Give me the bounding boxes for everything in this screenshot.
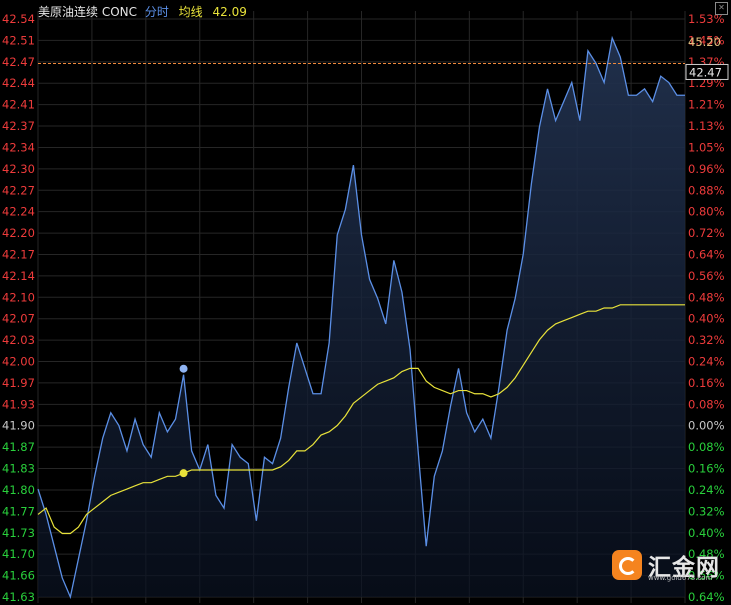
- y-tick-left: 42.44: [2, 76, 35, 90]
- current-price-label: 42.47: [689, 65, 722, 79]
- y-tick-right: 0.24%: [688, 355, 725, 369]
- watermark-url: www.gold678.com: [648, 574, 713, 582]
- y-tick-right: 0.08%: [688, 397, 725, 411]
- y-tick-left: 42.30: [2, 162, 35, 176]
- chart-header: 美原油连续 CONC 分时 均线 42.09: [38, 3, 247, 20]
- y-tick-left: 41.66: [2, 569, 35, 583]
- y-tick-left: 42.10: [2, 290, 35, 304]
- watermark: 汇金网 www.gold678.com: [612, 550, 722, 584]
- logo-icon: [612, 550, 642, 580]
- mode-label[interactable]: 分时: [145, 5, 169, 19]
- y-tick-right: 0.64%: [688, 247, 725, 261]
- y-tick-left: 41.93: [2, 397, 35, 411]
- y-tick-right: 0.72%: [688, 226, 725, 240]
- y-tick-right: 0.16%: [688, 462, 725, 476]
- instrument-name: 美原油连续 CONC: [38, 5, 137, 19]
- y-tick-left: 41.97: [2, 376, 35, 390]
- y-tick-left: 42.54: [2, 12, 35, 26]
- y-tick-right: 0.48%: [688, 290, 725, 304]
- y-tick-right: 0.08%: [688, 440, 725, 454]
- y-tick-left: 42.20: [2, 226, 35, 240]
- y-tick-right: 0.64%: [688, 590, 725, 604]
- intraday-chart: 42.54 1.53% 42.51 1.45% 42.47 1.37% 42.44 1.29%…: [0, 0, 731, 605]
- y-tick-right: 0.80%: [688, 205, 725, 219]
- avg-value: 42.09: [212, 5, 247, 19]
- close-icon[interactable]: ✕: [715, 2, 728, 15]
- y-tick-left: 41.63: [2, 590, 35, 604]
- price-marker: [179, 364, 188, 373]
- y-tick-left: 42.24: [2, 205, 35, 219]
- y-tick-right: 0.96%: [688, 162, 725, 176]
- y-tick-left: 41.70: [2, 547, 35, 561]
- y-tick-left: 42.07: [2, 312, 35, 326]
- high-price-label: 45.20: [688, 35, 721, 49]
- y-tick-left: 42.34: [2, 140, 35, 154]
- y-tick-left: 42.51: [2, 33, 35, 47]
- y-tick-right: 0.40%: [688, 526, 725, 540]
- average-marker: [179, 469, 188, 478]
- avg-label: 均线: [178, 5, 203, 19]
- y-tick-left: 41.73: [2, 526, 35, 540]
- y-tick-left: 42.03: [2, 333, 35, 347]
- y-tick-left: 42.47: [2, 55, 35, 69]
- y-tick-left: 42.27: [2, 183, 35, 197]
- y-tick-right: 0.00%: [688, 419, 725, 433]
- y-tick-left: 42.37: [2, 119, 35, 133]
- y-tick-left: 42.41: [2, 98, 35, 112]
- y-tick-left: 41.83: [2, 462, 35, 476]
- y-tick-right: 0.32%: [688, 504, 725, 518]
- y-tick-left: 41.90: [2, 419, 35, 433]
- y-tick-right: 0.32%: [688, 333, 725, 347]
- y-tick-right: 1.21%: [688, 98, 725, 112]
- y-tick-right: 0.40%: [688, 312, 725, 326]
- y-tick-right: 1.05%: [688, 140, 725, 154]
- y-tick-right: 0.88%: [688, 183, 725, 197]
- y-tick-right: 1.13%: [688, 119, 725, 133]
- y-tick-left: 41.80: [2, 483, 35, 497]
- y-tick-left: 41.87: [2, 440, 35, 454]
- y-tick-left: 42.00: [2, 355, 35, 369]
- chart-canvas: 42.54 1.53%42.51 1.45%42.47 1.37%42.44 1.29%…: [2, 11, 729, 604]
- y-tick-right: 0.24%: [688, 483, 725, 497]
- y-tick-left: 42.14: [2, 269, 35, 283]
- y-tick-right: 0.56%: [688, 269, 725, 283]
- y-tick-left: 42.17: [2, 247, 35, 261]
- y-tick-left: 41.77: [2, 504, 35, 518]
- y-tick-right: 0.16%: [688, 376, 725, 390]
